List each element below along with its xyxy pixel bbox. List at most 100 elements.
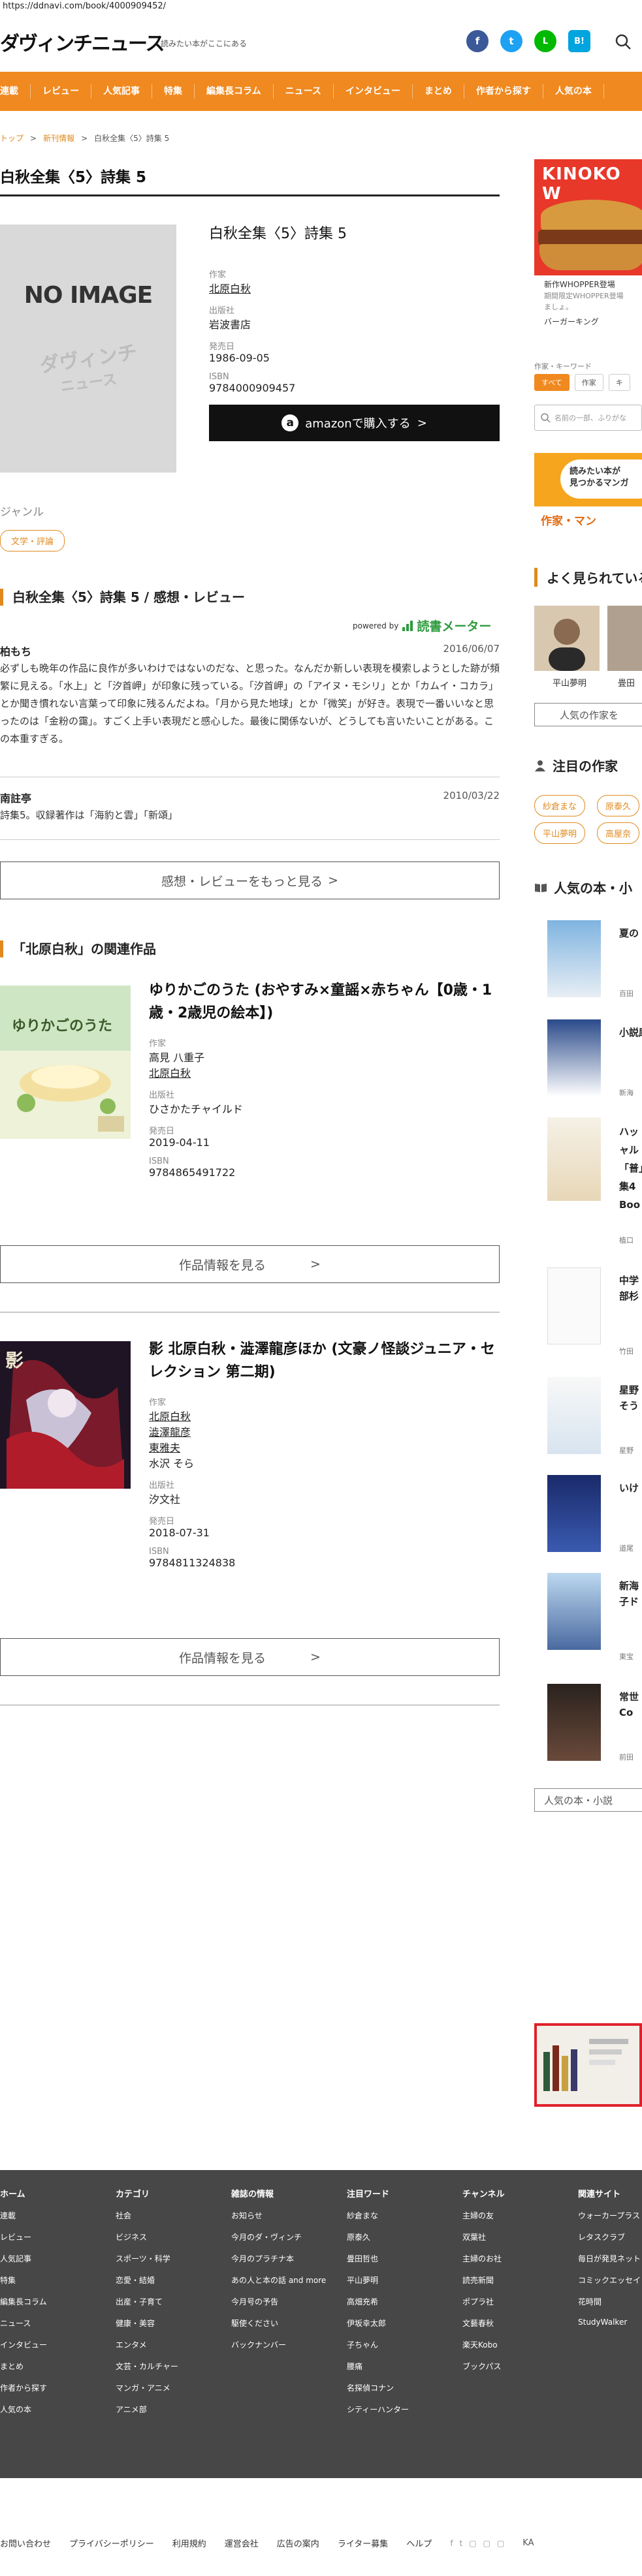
watched-author-tag[interactable]: 紗倉まな xyxy=(534,795,586,816)
footer-link[interactable]: 社会 xyxy=(116,2210,178,2221)
genre-tag[interactable]: 文学・評論 xyxy=(0,530,65,551)
popular-authors-more-button[interactable]: 人気の作家を xyxy=(534,703,642,726)
footer-link[interactable]: 楽天Kobo xyxy=(462,2339,505,2350)
footer-link[interactable]: 畳田哲也 xyxy=(347,2253,409,2264)
powered-by-bookmeter[interactable]: powered by 読書メーター xyxy=(353,617,491,634)
footer-link[interactable]: 恋愛・結婚 xyxy=(116,2274,178,2286)
footer-link[interactable]: コミックエッセイ xyxy=(578,2274,641,2286)
filter-author[interactable]: 作家 xyxy=(574,374,603,391)
watched-author-tag[interactable]: 平山夢明 xyxy=(534,822,586,844)
rss-icon[interactable]: ▢ xyxy=(497,2539,504,2548)
footer-link[interactable]: ニュース xyxy=(0,2318,47,2329)
footer-link[interactable]: アニメ部 xyxy=(116,2404,178,2415)
ranking-item[interactable]: 小説庫) 新海 xyxy=(534,1019,642,1104)
footer-link[interactable]: 今月のプラチナ本 xyxy=(231,2253,326,2264)
ranking-item[interactable]: 夏の 百田 xyxy=(534,920,642,1005)
hatena-icon[interactable]: B! xyxy=(568,30,590,52)
nav-item-author-search[interactable]: 作者から探す xyxy=(464,84,543,99)
breadcrumb-top[interactable]: トップ xyxy=(0,132,24,144)
footer-column-head[interactable]: ホーム xyxy=(0,2187,47,2199)
footer-link[interactable]: シティーハンター xyxy=(347,2404,409,2415)
footer-bottom-link[interactable]: お問い合わせ xyxy=(0,2537,51,2549)
footer-column-head[interactable]: 注目ワード xyxy=(347,2187,409,2199)
footer-column-head[interactable]: カテゴリ xyxy=(116,2187,178,2199)
nav-item-popular-books[interactable]: 人気の本 xyxy=(543,84,604,99)
footer-link[interactable]: バックナンバー xyxy=(231,2339,326,2350)
footer-link[interactable]: レタスクラブ xyxy=(578,2231,641,2242)
watched-author-tag[interactable]: 高屋奈 xyxy=(597,822,640,844)
amazon-buy-button[interactable]: a amazonで購入する > xyxy=(209,405,500,441)
footer-column-head[interactable]: 関連サイト xyxy=(578,2187,641,2199)
breadcrumb-new-releases[interactable]: 新刊情報 xyxy=(43,132,74,144)
footer-link[interactable]: スポーツ・科学 xyxy=(116,2253,178,2264)
footer-link[interactable]: 高畑充希 xyxy=(347,2296,409,2307)
footer-link[interactable]: 出産・子育て xyxy=(116,2296,178,2307)
author-link[interactable]: 北原白秋 xyxy=(149,1408,500,1423)
manga-finder-ad[interactable]: 読みたい本が 見つかるマンガ 作家・マン xyxy=(534,453,642,533)
footer-link[interactable]: 主婦のお社 xyxy=(462,2253,505,2264)
author-name[interactable]: 平山夢明 xyxy=(553,676,586,689)
footer-link[interactable]: 人気記事 xyxy=(0,2253,47,2264)
author-link[interactable]: 北原白秋 xyxy=(149,1064,500,1080)
footer-link[interactable]: 毎日が発見ネット xyxy=(578,2253,641,2264)
footer-link[interactable]: 平山夢明 xyxy=(347,2274,409,2286)
ranking-item[interactable]: 常世Co 前田 xyxy=(534,1684,642,1769)
ranking-item[interactable]: 星野そう 星野 xyxy=(534,1377,642,1462)
footer-bottom-link[interactable]: ヘルプ xyxy=(406,2537,432,2549)
author-link[interactable]: 東雅夫 xyxy=(149,1439,500,1455)
footer-link[interactable]: 文藝春秋 xyxy=(462,2318,505,2329)
nav-item-interview[interactable]: インタビュー xyxy=(334,84,413,99)
bottom-sidebar-ad[interactable] xyxy=(534,2023,642,2107)
footer-link[interactable]: 子ちゃん xyxy=(347,2339,409,2350)
filter-keyword[interactable]: キ xyxy=(608,374,630,391)
footer-link[interactable]: エンタメ xyxy=(116,2339,178,2350)
footer-link[interactable]: ブックパス xyxy=(462,2361,505,2372)
footer-link[interactable]: ポプラ社 xyxy=(462,2296,505,2307)
footer-link[interactable]: 特集 xyxy=(0,2274,47,2286)
footer-link[interactable]: あの人と本の話 and more xyxy=(231,2274,326,2286)
sidebar-search-input[interactable]: 名前の一部、ふりがな xyxy=(534,405,642,431)
footer-link[interactable]: 伊坂幸太郎 xyxy=(347,2318,409,2329)
twitter-icon[interactable]: t xyxy=(460,2539,463,2548)
footer-link[interactable]: マンガ・アニメ xyxy=(116,2382,178,2393)
nav-item-feature[interactable]: 特集 xyxy=(152,84,195,99)
footer-bottom-link[interactable]: 運営会社 xyxy=(225,2537,259,2549)
ranking-more-button[interactable]: 人気の本・小説 xyxy=(534,1788,642,1812)
nav-item-news[interactable]: ニュース xyxy=(274,84,334,99)
footer-link[interactable]: 編集長コラム xyxy=(0,2296,47,2307)
footer-link[interactable]: インタビュー xyxy=(0,2339,47,2350)
footer-link[interactable]: 人気の本 xyxy=(0,2404,47,2415)
burger-ad[interactable]: KINOKO W xyxy=(534,159,642,275)
ranking-item[interactable]: いけ 道尾 xyxy=(534,1475,642,1560)
nav-item-review[interactable]: レビュー xyxy=(31,84,91,99)
footer-link[interactable]: 読売新聞 xyxy=(462,2274,505,2286)
footer-link[interactable]: 花時間 xyxy=(578,2296,641,2307)
filter-all[interactable]: すべて xyxy=(534,374,570,391)
related-title[interactable]: 影 北原白秋・澁澤龍彦ほか (文豪ノ怪談ジュニア・セレクション 第二期) xyxy=(149,1338,500,1384)
footer-link[interactable]: まとめ xyxy=(0,2361,47,2372)
footer-link[interactable]: お知らせ xyxy=(231,2210,326,2221)
footer-link[interactable]: 主婦の友 xyxy=(462,2210,505,2221)
nav-item-matome[interactable]: まとめ xyxy=(413,84,464,99)
footer-link[interactable]: StudyWalker xyxy=(578,2318,641,2327)
facebook-icon[interactable]: f xyxy=(466,30,489,52)
footer-link[interactable]: 今月号の予告 xyxy=(231,2296,326,2307)
facebook-icon[interactable]: f xyxy=(450,2539,453,2548)
related-cover[interactable]: 影 xyxy=(0,1341,131,1489)
ranking-item[interactable]: 中学部杉 竹田 xyxy=(534,1267,642,1356)
author-link[interactable]: 北原白秋 xyxy=(209,280,500,296)
watched-author-tag[interactable]: 原泰久 xyxy=(597,795,640,816)
author-photo[interactable] xyxy=(534,606,600,671)
footer-link[interactable]: 作者から探す xyxy=(0,2382,47,2393)
ranking-item[interactable]: 新海子ド 東宝 xyxy=(534,1573,642,1661)
footer-bottom-link[interactable]: 利用規約 xyxy=(172,2537,206,2549)
nav-item-editor-column[interactable]: 編集長コラム xyxy=(195,84,274,99)
footer-link[interactable]: 腰痛 xyxy=(347,2361,409,2372)
footer-link[interactable]: ビジネス xyxy=(116,2231,178,2242)
footer-link[interactable]: 文芸・カルチャー xyxy=(116,2361,178,2372)
search-icon[interactable] xyxy=(614,33,632,51)
footer-column-head[interactable]: 雑誌の情報 xyxy=(231,2187,326,2199)
footer-bottom-link[interactable]: ライター募集 xyxy=(338,2537,388,2549)
author-name[interactable]: 畳田 xyxy=(618,676,635,689)
more-reviews-button[interactable]: 感想・レビューをもっと見る > xyxy=(0,861,500,899)
